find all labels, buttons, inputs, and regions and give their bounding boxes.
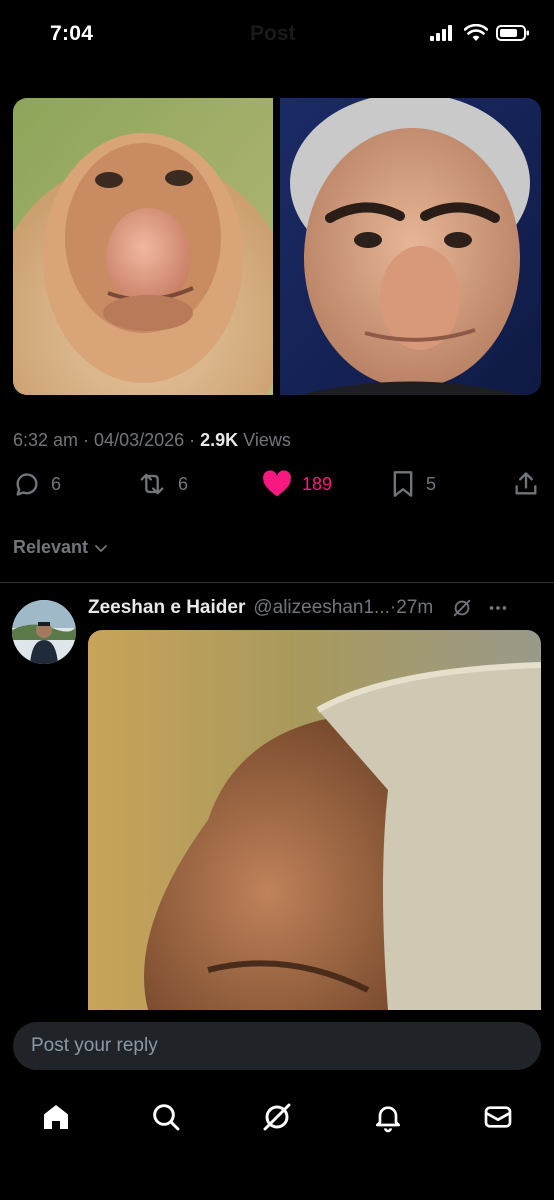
nav-notifications[interactable] [368, 1099, 408, 1135]
reply-header: Zeeshan e Haider @alizeeshan1... · 27m [88, 597, 509, 619]
signal-icon [430, 25, 452, 41]
avatar[interactable] [12, 600, 76, 664]
sort-label: Relevant [13, 537, 89, 557]
battery-icon [496, 25, 529, 41]
bookmark-action[interactable]: 5 [390, 470, 436, 498]
search-icon [153, 1104, 180, 1131]
reply-input[interactable] [13, 1022, 541, 1070]
post-image-left[interactable] [13, 98, 273, 395]
post-date: 04/03/2026 [94, 430, 185, 450]
like-action[interactable]: 189 [262, 470, 332, 498]
status-icons [430, 24, 530, 42]
notifications-icon [376, 1106, 400, 1133]
post-time: 6:32 am [13, 430, 79, 450]
grok-icon[interactable] [451, 597, 473, 619]
reply-image[interactable] [88, 630, 541, 1010]
meta-separator: · [78, 430, 95, 450]
page-title: Post [250, 22, 296, 45]
repost-action[interactable]: 6 [136, 470, 188, 498]
sort-dropdown[interactable]: Relevant [13, 537, 108, 558]
reply-author-handle[interactable]: @alizeeshan1... [253, 597, 390, 619]
views-count[interactable]: 2.9K [200, 430, 238, 450]
heart-icon [263, 470, 291, 497]
divider [0, 582, 554, 583]
bookmark-count: 5 [426, 473, 437, 494]
nav-home[interactable] [36, 1099, 76, 1135]
status-time: 7:04 [50, 22, 94, 45]
like-count: 189 [302, 473, 333, 494]
meta-separator: · [184, 430, 201, 450]
reply-author-name[interactable]: Zeeshan e Haider [88, 597, 245, 619]
share-action[interactable] [512, 470, 540, 498]
share-icon [515, 472, 537, 495]
nav-messages[interactable] [478, 1099, 518, 1135]
bottom-nav [0, 1085, 554, 1200]
reply-icon [16, 473, 38, 496]
wifi-icon [464, 24, 488, 41]
chevron-down-icon [95, 544, 107, 552]
views-label: Views [238, 430, 291, 450]
bookmark-icon [393, 471, 413, 497]
messages-icon [484, 1106, 512, 1128]
grok-icon [263, 1103, 291, 1131]
more-options-icon[interactable] [487, 597, 509, 619]
reply-action[interactable]: 6 [13, 470, 61, 498]
post-meta: 6:32 am · 04/03/2026 · 2.9K Views [13, 430, 291, 451]
nav-grok[interactable] [257, 1099, 297, 1135]
nav-search[interactable] [146, 1099, 186, 1135]
repost-count: 6 [178, 473, 189, 494]
post-image-right[interactable] [280, 98, 541, 395]
repost-icon [140, 473, 164, 495]
reply-count: 6 [51, 473, 62, 494]
home-icon [44, 1105, 68, 1129]
post-actions: 6 6 189 5 [0, 470, 554, 510]
reply-age: 27m [396, 597, 434, 618]
